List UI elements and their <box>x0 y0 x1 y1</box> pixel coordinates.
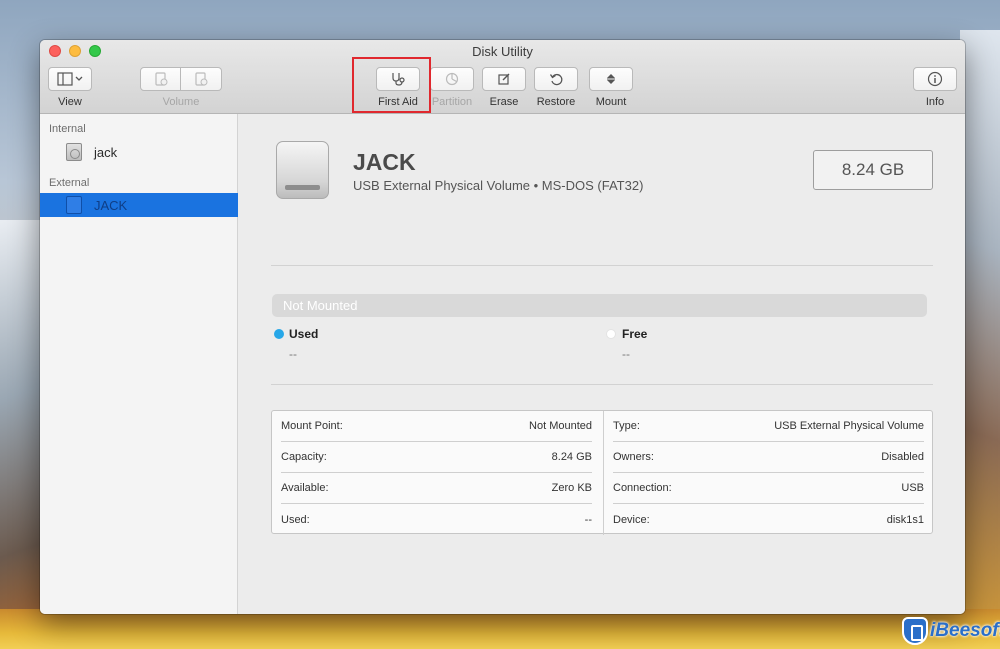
restore-icon <box>549 73 563 86</box>
info-label-available: Available: <box>281 482 329 494</box>
info-label-owners: Owners: <box>613 451 654 463</box>
info-row-connection: Connection: USB <box>613 473 924 504</box>
stethoscope-icon <box>392 73 405 86</box>
info-value-type: USB External Physical Volume <box>774 420 924 432</box>
mount-status-bar: Not Mounted <box>272 294 927 317</box>
disk-utility-window: Disk Utility View Volume First Aid Parti… <box>40 40 965 614</box>
mount-button[interactable] <box>589 67 633 91</box>
view-control: View <box>48 67 92 108</box>
info-row-mount-point: Mount Point: Not Mounted <box>281 411 592 442</box>
info-label: Info <box>925 96 945 108</box>
mount-label: Mount <box>595 96 627 108</box>
partition-label: Partition <box>431 96 473 108</box>
partition-control: Partition <box>430 67 474 108</box>
volume-size-badge: 8.24 GB <box>813 150 933 190</box>
info-button[interactable] <box>913 67 957 91</box>
remove-volume-icon <box>195 72 208 86</box>
info-row-used: Used: -- <box>281 504 592 535</box>
sidebar-item-label: JACK <box>94 197 128 213</box>
restore-button[interactable] <box>534 67 578 91</box>
external-disk-icon <box>66 196 82 214</box>
info-value-device: disk1s1 <box>886 513 924 526</box>
desktop-ground <box>0 609 1000 649</box>
sidebar: Internal jack External JACK <box>40 114 238 614</box>
info-row-capacity: Capacity: 8.24 GB <box>281 442 592 473</box>
info-row-available: Available: Zero KB <box>281 473 592 504</box>
desktop-mountain-right <box>960 30 1000 649</box>
sidebar-item-label: jack <box>94 144 118 160</box>
info-row-owners: Owners: Disabled <box>613 442 924 473</box>
info-control: Info <box>913 67 957 108</box>
ibeesoft-logo-icon <box>902 617 928 645</box>
main-panel: JACK USB External Physical Volume • MS-D… <box>239 114 965 614</box>
remove-volume-button[interactable] <box>181 67 222 91</box>
info-column-right: Type: USB External Physical Volume Owner… <box>603 411 934 535</box>
sidebar-section-internal: Internal <box>49 123 86 135</box>
info-value-capacity: 8.24 GB <box>551 451 592 463</box>
view-button[interactable] <box>48 67 92 91</box>
sidebar-section-external: External <box>49 177 90 189</box>
watermark-text: iBeesoft <box>930 620 1000 641</box>
volume-info-table: Mount Point: Not Mounted Capacity: 8.24 … <box>271 410 934 535</box>
restore-control: Restore <box>534 67 578 108</box>
title-bar: Disk Utility View Volume First Aid Parti… <box>40 40 965 114</box>
info-row-device: Device: disk1s1 <box>613 504 924 535</box>
view-label: View <box>58 96 82 108</box>
info-column-left: Mount Point: Not Mounted Capacity: 8.24 … <box>272 411 603 535</box>
add-volume-button[interactable] <box>140 67 181 91</box>
erase-button[interactable] <box>482 67 526 91</box>
info-label-connection: Connection: <box>613 482 672 494</box>
info-value-owners: Disabled <box>881 451 924 463</box>
divider-middle <box>271 384 933 385</box>
mount-control: Mount <box>589 67 633 108</box>
mount-icon <box>607 74 615 84</box>
volume-description: USB External Physical Volume • MS-DOS (F… <box>353 178 644 193</box>
erase-icon <box>498 73 510 85</box>
used-legend-dot <box>274 329 284 339</box>
info-value-mount-point: Not Mounted <box>529 420 592 432</box>
window-title: Disk Utility <box>472 44 533 59</box>
volume-name: JACK <box>353 149 416 175</box>
info-value-connection: USB <box>901 482 924 494</box>
volume-control: Volume <box>140 67 222 108</box>
volume-label: Volume <box>162 96 200 108</box>
info-label-type: Type: <box>613 420 640 432</box>
free-legend-dot <box>606 329 616 339</box>
info-value-available: Zero KB <box>551 482 592 494</box>
sidebar-item-external-jack[interactable]: JACK <box>40 193 238 217</box>
info-icon <box>927 71 943 87</box>
info-label-used: Used: <box>281 513 310 526</box>
used-legend-value: -- <box>289 347 297 361</box>
add-volume-icon <box>154 72 167 86</box>
info-label-device: Device: <box>613 513 650 526</box>
first-aid-button[interactable] <box>376 67 420 91</box>
ibeesoft-watermark: iBeesoft <box>902 616 1000 646</box>
partition-button[interactable] <box>430 67 474 91</box>
volume-disk-icon <box>276 141 329 199</box>
internal-disk-icon <box>66 143 82 161</box>
free-legend-value: -- <box>622 347 630 361</box>
info-row-type: Type: USB External Physical Volume <box>613 411 924 442</box>
used-legend-label: Used <box>289 327 319 341</box>
erase-control: Erase <box>482 67 526 108</box>
divider-top <box>271 265 933 266</box>
restore-label: Restore <box>536 96 576 108</box>
erase-label: Erase <box>489 96 519 108</box>
sidebar-toggle-icon <box>57 72 83 86</box>
free-legend-label: Free <box>622 327 648 341</box>
sidebar-item-internal-jack[interactable]: jack <box>40 140 238 164</box>
info-value-used: -- <box>584 513 592 526</box>
first-aid-label: First Aid <box>378 96 418 108</box>
partition-icon <box>445 72 459 86</box>
first-aid-control: First Aid <box>376 67 420 108</box>
info-label-capacity: Capacity: <box>281 451 327 463</box>
info-label-mount-point: Mount Point: <box>281 420 343 432</box>
